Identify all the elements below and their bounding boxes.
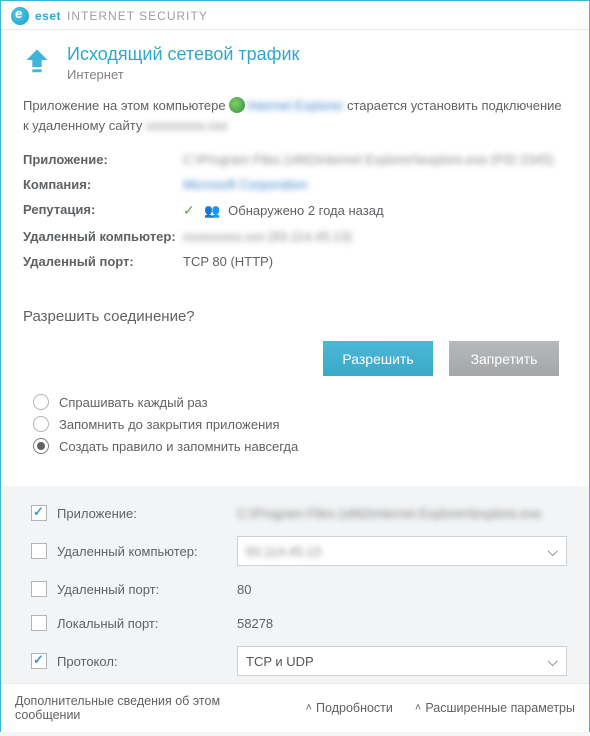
rule-label-remote-host: Удаленный компьютер: (57, 544, 237, 559)
radio-label: Создать правило и запомнить навсегда (59, 439, 298, 454)
value-company-redacted: Microsoft Corporation (183, 177, 307, 192)
value-remote-port: TCP 80 (HTTP) (183, 254, 567, 269)
label-application: Приложение: (23, 152, 183, 167)
info-table: Приложение: C:\Program Files (x86)\Inter… (23, 147, 567, 274)
intro-site-redacted: xxxxxxxxx.xxx (146, 116, 228, 136)
radio-icon (33, 438, 49, 454)
radio-label: Запомнить до закрытия приложения (59, 417, 280, 432)
titlebar: eset INTERNET SECURITY (1, 1, 589, 30)
dialog-footer: Дополнительные сведения об этом сообщени… (1, 683, 589, 732)
radio-create-rule[interactable]: Создать правило и запомнить навсегда (33, 438, 567, 454)
chevron-down-icon: ⌵ (547, 653, 558, 670)
value-reputation: Обнаружено 2 года назад (228, 203, 383, 218)
chevron-down-icon: ⌵ (547, 543, 558, 560)
deny-button[interactable]: Запретить (449, 341, 559, 376)
caret-up-icon: ˄ (306, 702, 312, 714)
intro-app-name-redacted: Internet Explorer (247, 96, 343, 116)
advanced-params-toggle[interactable]: ˄ Расширенные параметры (415, 701, 575, 715)
radio-icon (33, 416, 49, 432)
rule-value-local-port: 58278 (237, 616, 567, 631)
brand-product: INTERNET SECURITY (67, 9, 208, 23)
checkbox-application[interactable] (31, 505, 47, 521)
label-company: Компания: (23, 177, 183, 192)
select-protocol[interactable]: TCP и UDP ⌵ (237, 646, 567, 676)
rule-value-remote-port: 80 (237, 582, 567, 597)
rule-value-application-redacted: C:\Program Files (x86)\Internet Explorer… (237, 506, 541, 521)
allow-button[interactable]: Разрешить (323, 341, 433, 376)
checkbox-local-port[interactable] (31, 615, 47, 631)
details-toggle[interactable]: ˄ Подробности (306, 701, 393, 715)
checkbox-remote-port[interactable] (31, 581, 47, 597)
dialog-subtitle: Интернет (67, 67, 299, 82)
checkbox-remote-host[interactable] (31, 543, 47, 559)
caret-up-icon: ˄ (415, 702, 421, 714)
rule-label-local-port: Локальный порт: (57, 616, 237, 631)
advanced-label: Расширенные параметры (425, 701, 575, 715)
value-remote-host-redacted: xxxxxxxxx.xxx (93.114.45.13) (183, 229, 352, 244)
users-icon: 👥 (204, 203, 220, 218)
label-remote-host: Удаленный компьютер: (23, 229, 183, 244)
outgoing-traffic-icon (23, 46, 51, 74)
radio-label: Спрашивать каждый раз (59, 395, 208, 410)
rule-label-protocol: Протокол: (57, 654, 237, 669)
check-ok-icon: ✓ (183, 202, 195, 218)
radio-remember-until-close[interactable]: Запомнить до закрытия приложения (33, 416, 567, 432)
radio-ask-each-time[interactable]: Спрашивать каждый раз (33, 394, 567, 410)
radio-icon (33, 394, 49, 410)
dialog-header: Исходящий сетевой трафик Интернет (1, 30, 589, 92)
label-remote-port: Удаленный порт: (23, 254, 183, 269)
value-application-redacted: C:\Program Files (x86)\Internet Explorer… (183, 152, 554, 167)
brand-eset: eset (35, 9, 61, 23)
question-title: Разрешить соединение? (23, 308, 567, 325)
app-globe-icon (229, 97, 245, 113)
details-label: Подробности (316, 701, 393, 715)
select-value-redacted: 93.114.45.13 (246, 544, 321, 559)
select-value: TCP и UDP (246, 654, 314, 669)
intro-text: Приложение на этом компьютере Internet E… (23, 96, 567, 135)
rule-label-remote-port: Удаленный порт: (57, 582, 237, 597)
eset-logo-icon (11, 7, 29, 25)
dialog-title: Исходящий сетевой трафик (67, 44, 299, 65)
checkbox-protocol[interactable] (31, 653, 47, 669)
intro-prefix: Приложение на этом компьютере (23, 98, 229, 113)
more-info-link[interactable]: Дополнительные сведения об этом сообщени… (15, 694, 284, 722)
select-remote-host[interactable]: 93.114.45.13 ⌵ (237, 536, 567, 566)
rule-label-application: Приложение: (57, 506, 237, 521)
label-reputation: Репутация: (23, 202, 183, 219)
